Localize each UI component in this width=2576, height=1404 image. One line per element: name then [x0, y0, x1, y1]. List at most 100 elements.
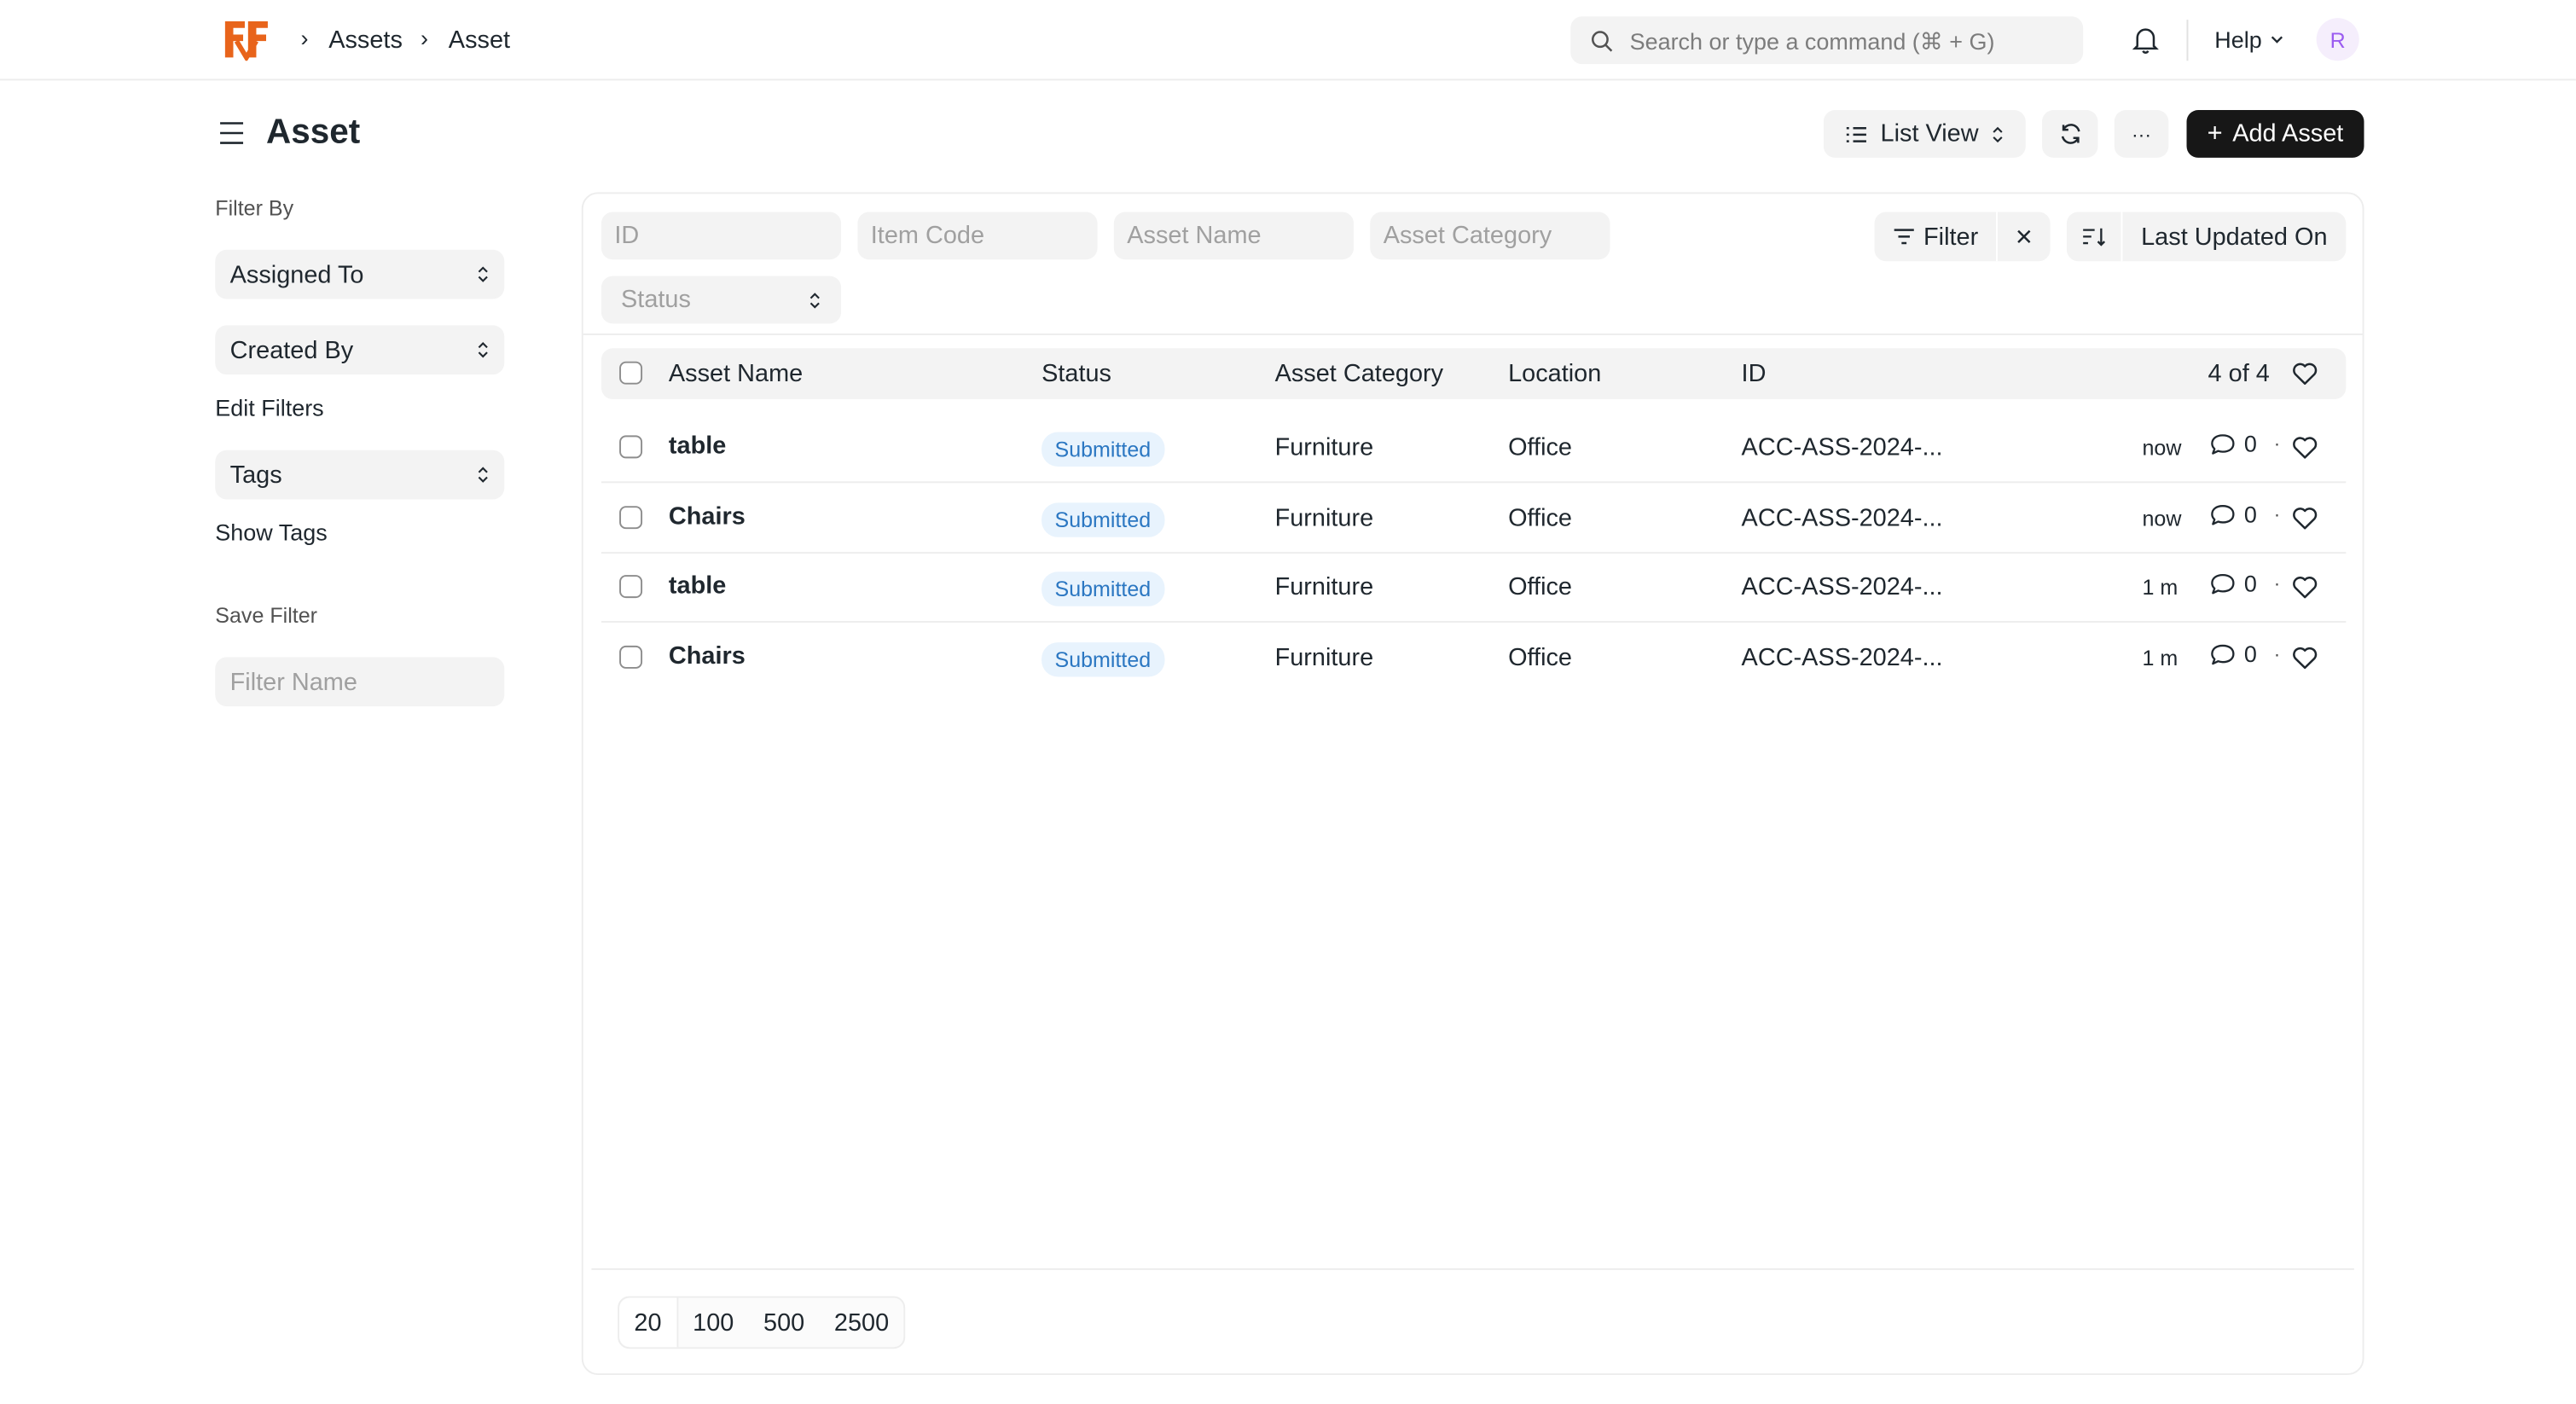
panel-divider [583, 333, 2363, 335]
separator-dot: · [2273, 571, 2281, 595]
assigned-to-select[interactable]: Assigned To [215, 249, 505, 299]
separator-dot: · [2273, 502, 2281, 526]
column-header-asset-category[interactable]: Asset Category [1275, 360, 1444, 388]
table-row[interactable]: table Submitted Furniture Office ACC-ASS-202… [600, 552, 2347, 623]
list-icon [1846, 126, 1866, 142]
page-size-20-button[interactable]: 20 [619, 1297, 678, 1348]
status-badge: Submitted [1041, 502, 1164, 537]
id-cell[interactable]: ACC-ASS-2024-... [1742, 644, 1943, 672]
row-checkbox[interactable] [619, 575, 643, 599]
tags-label: Tags [229, 461, 282, 489]
filter-button[interactable]: Filter [1875, 212, 1997, 261]
clear-filter-button[interactable] [1998, 212, 2051, 261]
sort-order-button[interactable] [2067, 212, 2121, 261]
column-header-status[interactable]: Status [1041, 360, 1111, 388]
asset-name-cell[interactable]: table [669, 432, 726, 461]
id-cell[interactable]: ACC-ASS-2024-... [1742, 504, 1943, 532]
asset-name-cell[interactable]: Chairs [669, 502, 746, 531]
more-options-button[interactable]: ··· [2114, 110, 2169, 158]
asset-category-cell: Furniture [1274, 433, 1374, 462]
created-by-select[interactable]: Created By [215, 325, 505, 375]
column-header-location[interactable]: Location [1508, 360, 1601, 388]
comment-icon [2211, 572, 2235, 594]
tags-select[interactable]: Tags [215, 450, 505, 500]
id-cell[interactable]: ACC-ASS-2024-... [1742, 573, 1943, 601]
page-size-500-button[interactable]: 500 [749, 1298, 820, 1348]
id-cell[interactable]: ACC-ASS-2024-... [1742, 433, 1943, 461]
heart-icon[interactable] [2292, 362, 2318, 386]
asset-name-filter-input[interactable] [1113, 212, 1355, 260]
record-count: 4 of 4 [2208, 359, 2270, 388]
comment-count-value: 0 [2243, 501, 2257, 528]
heart-icon[interactable] [2292, 506, 2318, 531]
asset-name-cell[interactable]: table [669, 571, 726, 600]
heart-icon[interactable] [2292, 575, 2318, 600]
notification-bell-icon[interactable] [2131, 25, 2161, 55]
column-header-id[interactable]: ID [1742, 360, 1767, 388]
comment-count[interactable]: 0 [2209, 570, 2257, 596]
sidebar-toggle-icon[interactable] [217, 119, 247, 148]
separator-dot: · [2273, 642, 2281, 666]
help-menu[interactable]: Help [2214, 26, 2284, 53]
search-bar[interactable] [1570, 16, 2084, 65]
navbar-divider [2186, 20, 2189, 61]
list-view-switcher[interactable]: List View [1823, 110, 2026, 158]
asset-category-cell: Furniture [1274, 573, 1374, 601]
status-filter-label: Status [621, 286, 691, 314]
heart-icon[interactable] [2292, 646, 2318, 670]
location-cell: Office [1508, 504, 1573, 533]
table-row[interactable]: Chairs Submitted Furniture Office ACC-ASS-20… [601, 623, 2346, 693]
show-tags-link[interactable]: Show Tags [215, 519, 327, 546]
app-logo-icon[interactable] [222, 18, 271, 61]
comment-count[interactable]: 0 [2209, 430, 2257, 457]
status-filter-select[interactable]: Status [600, 276, 842, 324]
page-size-2500-button[interactable]: 2500 [820, 1298, 904, 1348]
comment-icon [2211, 643, 2235, 664]
user-avatar[interactable]: R [2316, 18, 2359, 61]
location-cell: Office [1508, 433, 1573, 462]
comment-count[interactable]: 0 [2209, 641, 2257, 667]
comment-icon [2211, 504, 2235, 525]
select-arrows-icon [478, 467, 488, 483]
item-code-filter-input[interactable] [857, 212, 1098, 260]
refresh-icon [2060, 124, 2080, 144]
column-header-asset-name[interactable]: Asset Name [669, 360, 803, 388]
filter-label: Filter [1923, 222, 1979, 251]
comment-count-value: 0 [2243, 430, 2257, 457]
navbar: › Assets › Asset Help R [0, 0, 2576, 81]
modified-time: now [2142, 435, 2182, 461]
heart-icon[interactable] [2292, 435, 2318, 460]
modified-time: now [2142, 506, 2182, 531]
footer-divider [591, 1268, 2354, 1270]
filter-button-group: Filter [1874, 212, 2051, 262]
row-checkbox[interactable] [619, 435, 643, 459]
filter-name-input[interactable] [215, 657, 505, 707]
assigned-to-label: Assigned To [229, 260, 364, 289]
close-icon [2017, 229, 2031, 243]
row-checkbox[interactable] [619, 506, 643, 530]
table-row[interactable]: Chairs Submitted Furniture Office ACC-ASS-20… [600, 483, 2347, 554]
asset-name-cell[interactable]: Chairs [669, 642, 746, 670]
breadcrumb-assets[interactable]: Assets [328, 26, 403, 55]
row-checkbox[interactable] [619, 645, 643, 669]
page-size-selector: 20 100 500 2500 [618, 1296, 906, 1349]
page-header: Asset List View ··· + Add Asset [0, 80, 2576, 185]
comment-count[interactable]: 0 [2209, 501, 2257, 528]
page-size-100-button[interactable]: 100 [678, 1298, 749, 1348]
add-asset-button[interactable]: + Add Asset [2186, 110, 2364, 158]
table-header: Asset Name Status Asset Category Locatio… [600, 348, 2347, 400]
select-arrows-icon [478, 342, 488, 358]
id-filter-input[interactable] [600, 212, 842, 260]
asset-category-filter-input[interactable] [1370, 212, 1610, 260]
refresh-button[interactable] [2042, 110, 2098, 158]
select-all-checkbox[interactable] [619, 361, 643, 385]
breadcrumb-asset[interactable]: Asset [449, 26, 510, 55]
modified-time: 1 m [2142, 645, 2179, 670]
table-row[interactable]: table Submitted Furniture Office ACC-ASS-202… [600, 412, 2347, 484]
asset-category-cell: Furniture [1274, 504, 1374, 533]
list-view-label: List View [1880, 119, 1979, 148]
edit-filters-link[interactable]: Edit Filters [215, 394, 323, 421]
comment-count-value: 0 [2243, 641, 2257, 667]
search-input[interactable] [1629, 26, 2057, 54]
sort-field-button[interactable]: Last Updated On [2122, 212, 2346, 261]
